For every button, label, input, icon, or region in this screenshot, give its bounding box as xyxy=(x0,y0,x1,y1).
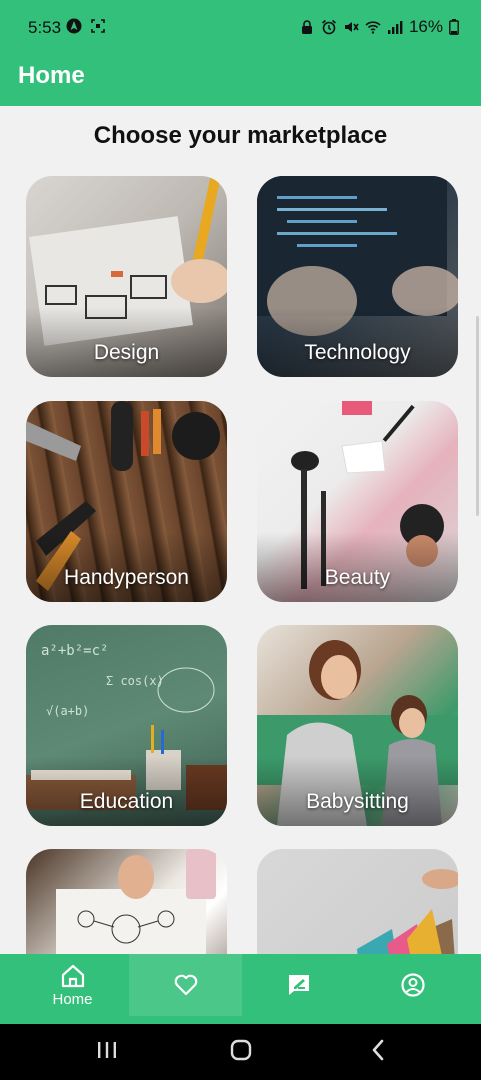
category-card-babysitting[interactable]: Babysitting xyxy=(257,625,458,826)
page-title: Home xyxy=(18,62,85,89)
lock-icon xyxy=(301,20,312,34)
heart-icon xyxy=(174,974,197,996)
category-label: Technology xyxy=(304,341,411,364)
home-button-icon[interactable] xyxy=(229,1038,253,1062)
category-label: Handyperson xyxy=(64,566,189,589)
nav-messages[interactable] xyxy=(242,954,355,1016)
category-label: Beauty xyxy=(324,566,391,589)
scrollbar[interactable] xyxy=(476,316,479,516)
nav-home-label: Home xyxy=(52,990,93,1008)
recent-apps-icon[interactable] xyxy=(96,1038,118,1062)
wifi-icon xyxy=(365,21,381,34)
message-edit-icon xyxy=(288,975,309,995)
bottom-navigation: Home xyxy=(0,954,481,1024)
section-heading: Choose your marketplace xyxy=(93,122,388,149)
category-card-technology[interactable]: Technology xyxy=(257,176,458,377)
status-time: 5:53 xyxy=(28,18,62,37)
nav-profile[interactable] xyxy=(356,954,469,1016)
category-card-education[interactable]: a²+b²=c² Σ cos(x) √(a+b) Education xyxy=(26,625,227,826)
nav-favorites[interactable] xyxy=(129,954,242,1016)
category-label: Design xyxy=(93,341,160,364)
business-image xyxy=(56,849,216,954)
home-icon xyxy=(61,964,84,987)
svg-text:a²+b²=c²: a²+b²=c² xyxy=(41,643,108,659)
app-bar: Home xyxy=(0,56,481,106)
alarm-icon xyxy=(321,19,336,35)
category-card-shopping[interactable] xyxy=(257,849,458,954)
category-card-handyperson[interactable]: Handyperson xyxy=(26,401,227,602)
svg-text:Σ cos(x): Σ cos(x) xyxy=(106,674,164,688)
nav-home[interactable]: Home xyxy=(16,954,129,1016)
signal-icon xyxy=(387,21,403,34)
marketplace-content[interactable]: Choose your marketplace Design Technolog xyxy=(0,106,481,954)
profile-icon xyxy=(400,973,425,997)
shopping-image xyxy=(357,869,458,954)
svg-text:√(a+b): √(a+b) xyxy=(46,704,89,718)
category-label: Education xyxy=(79,790,174,813)
screenshot-icon xyxy=(91,19,105,33)
category-card-business[interactable] xyxy=(26,849,227,954)
mute-icon xyxy=(344,22,359,32)
battery-icon xyxy=(449,19,459,35)
status-bar: 5:53 16% xyxy=(0,0,481,56)
system-navigation-bar xyxy=(0,1024,481,1080)
category-card-beauty[interactable]: Beauty xyxy=(257,401,458,602)
battery-percent: 16% xyxy=(408,17,443,36)
category-label: Babysitting xyxy=(306,790,409,813)
navigation-app-icon xyxy=(66,18,82,34)
category-card-design[interactable]: Design xyxy=(26,176,227,377)
back-icon[interactable] xyxy=(368,1038,388,1062)
